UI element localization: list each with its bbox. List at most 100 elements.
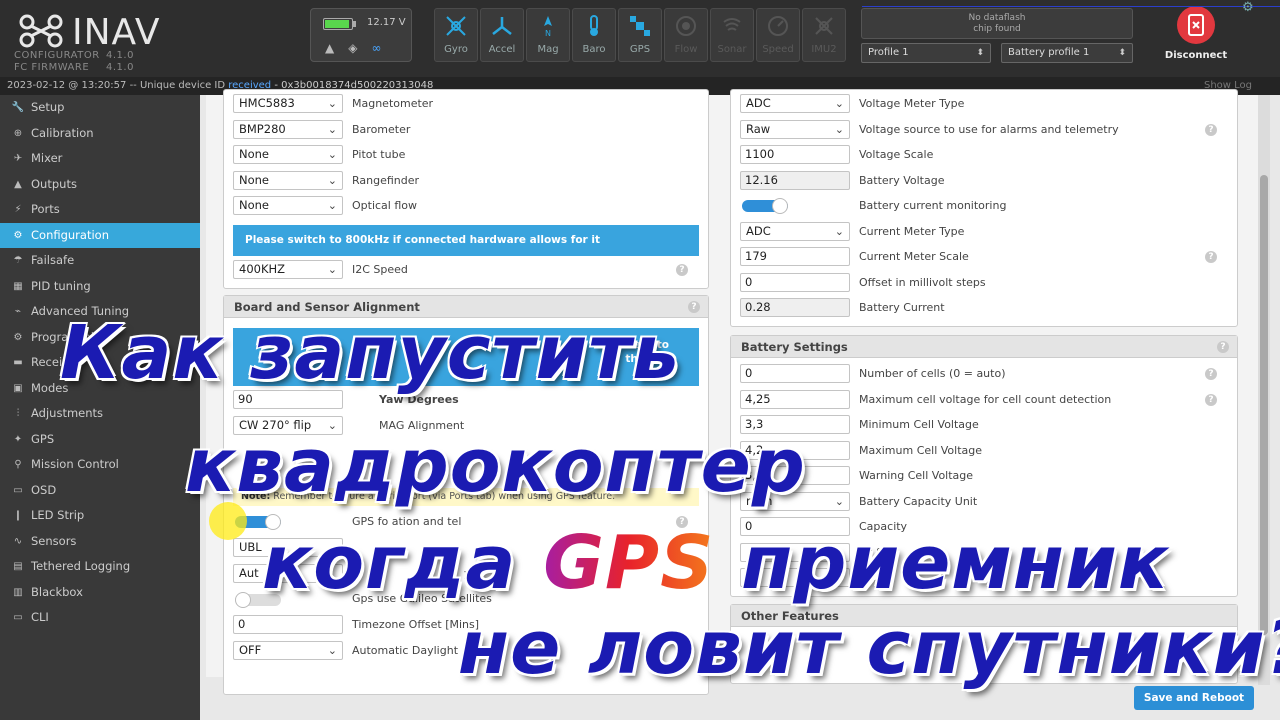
help-icon[interactable]: ? bbox=[1205, 393, 1217, 406]
sidebar-item-failsafe[interactable]: ☂ Failsafe bbox=[0, 248, 200, 274]
pitot-tube-select[interactable]: None ⌄ bbox=[233, 145, 343, 164]
optical-flow-select[interactable]: None ⌄ bbox=[233, 196, 343, 215]
profile-select[interactable]: Profile 1 ⬍ bbox=[861, 43, 991, 63]
sidebar-item-ports[interactable]: ⚡ Ports bbox=[0, 197, 200, 223]
voltage-source-to-use-for-alarms-and-telemetry-select[interactable]: Raw ⌄ bbox=[740, 119, 850, 139]
sidebar-item-programming[interactable]: ⚙ Programming bbox=[0, 325, 200, 351]
sidebar-item-pid-tuning[interactable]: ▦ PID tuning bbox=[0, 274, 200, 300]
galileo-label: Gps use Galileo Satellites bbox=[352, 592, 492, 605]
sidebar-item-gps[interactable]: ✦ GPS bbox=[0, 427, 200, 453]
timezone-offset-input[interactable]: 0 bbox=[233, 615, 343, 634]
sidebar-item-advanced-tuning[interactable]: ⌁ Advanced Tuning bbox=[0, 299, 200, 325]
board-alignment-title: Board and Sensor Alignment? bbox=[224, 296, 708, 318]
sensor-label: GPS bbox=[629, 44, 651, 55]
barometer-label: Barometer bbox=[352, 122, 411, 136]
battery-capacity-unit-select[interactable]: mAh ⌄ bbox=[740, 491, 850, 511]
maximum-cell-voltage-input[interactable]: 4,2 bbox=[740, 440, 850, 460]
sidebar-item-configuration[interactable]: ⚙ Configuration bbox=[0, 222, 200, 248]
minimum-cell-voltage-input[interactable]: 3,3 bbox=[740, 415, 850, 434]
magnetometer-select[interactable]: HMC5883 ⌄ bbox=[233, 94, 343, 113]
sidebar-item-mixer[interactable]: ✈ Mixer bbox=[0, 146, 200, 172]
sidebar-item-label: Programming bbox=[31, 329, 109, 344]
i2c-speed-select[interactable]: 400KHZ ⌄ bbox=[233, 260, 343, 279]
i2c-speed-label: I2C Speed bbox=[352, 263, 408, 276]
sidebar-item-receiver[interactable]: ▬ Receiver bbox=[0, 350, 200, 376]
sidebar-item-cli[interactable]: ▭ CLI bbox=[0, 605, 200, 631]
sensor-label: Gyro bbox=[444, 44, 468, 55]
help-icon[interactable]: ? bbox=[1205, 123, 1217, 136]
save-and-reboot-button[interactable]: Save and Reboot bbox=[1134, 686, 1254, 710]
maximum-cell-voltage-for-cell-count-detection-input[interactable]: 4,25 bbox=[740, 389, 850, 409]
sensors-icon: ∿ bbox=[13, 535, 23, 547]
gps-auto-select[interactable]: Aut bbox=[233, 564, 343, 583]
sidebar-item-tethered-logging[interactable]: ▤ Tethered Logging bbox=[0, 554, 200, 580]
voltage-scale-input[interactable]: 1100 bbox=[740, 145, 850, 164]
sidebar-item-label: Sensors bbox=[31, 533, 77, 548]
current-meter-scale-input[interactable]: 179 bbox=[740, 247, 850, 266]
disconnect-button[interactable]: Disconnect bbox=[1160, 4, 1232, 66]
help-icon[interactable]: ? bbox=[1217, 341, 1229, 353]
calibration-icon: ⊕ bbox=[13, 127, 23, 139]
offset-in-millivolt-steps-input[interactable]: 0 bbox=[740, 272, 850, 292]
battery-current-monitoring-toggle[interactable] bbox=[742, 198, 788, 214]
sidebar-item-mission-control[interactable]: ⚲ Mission Control bbox=[0, 452, 200, 478]
warning-cell-voltage-input[interactable]: 3,5 bbox=[740, 466, 850, 485]
capacity-input[interactable]: 0 bbox=[740, 517, 850, 536]
sidebar-item-label: Ports bbox=[31, 202, 60, 216]
rangefinder-select[interactable]: None ⌄ bbox=[233, 170, 343, 190]
settings-gear-icon[interactable]: ⚙ bbox=[1242, 0, 1254, 15]
speed-icon bbox=[768, 16, 788, 36]
sidebar-item-blackbox[interactable]: ▥ Blackbox bbox=[0, 580, 200, 606]
gps-protocol-select[interactable]: UBL bbox=[233, 538, 343, 557]
sidebar-item-modes[interactable]: ▣ Modes bbox=[0, 376, 200, 402]
sidebar-item-osd[interactable]: ▭ OSD bbox=[0, 478, 200, 504]
t-input[interactable] bbox=[740, 568, 850, 587]
status-timestamp: 2023-02-12 @ 13:20:57 -- Unique device I… bbox=[7, 80, 229, 91]
barometer-select[interactable]: BMP280 ⌄ bbox=[233, 119, 343, 139]
accel-icon bbox=[492, 17, 512, 35]
wifi-icon: ◈ bbox=[348, 41, 358, 55]
sensor-gps: GPS bbox=[618, 8, 662, 62]
daylight-select[interactable]: OFF ⌄ bbox=[233, 641, 343, 660]
sensors-panel: HMC5883 ⌄ Magnetometer BMP280 ⌄ Barometer None… bbox=[223, 89, 709, 289]
sensor-label: IMU2 bbox=[811, 44, 837, 55]
galileo-toggle[interactable] bbox=[235, 592, 281, 608]
disconnect-label: Disconnect bbox=[1164, 50, 1228, 61]
help-icon[interactable]: ? bbox=[688, 301, 700, 313]
sidebar-item-label: Receiver bbox=[31, 355, 81, 369]
sensor-label: Flow bbox=[674, 44, 698, 55]
sidebar-item-label: Advanced Tuning bbox=[31, 304, 130, 318]
t-label: t %) bbox=[859, 571, 882, 584]
yaw-degrees-input[interactable]: 90 bbox=[233, 390, 343, 409]
help-icon[interactable]: ? bbox=[676, 264, 688, 276]
scrollbar[interactable] bbox=[1258, 95, 1270, 685]
voltage-meter-type-select[interactable]: ADC ⌄ bbox=[740, 94, 850, 113]
other-features-panel: Other Features bbox=[730, 604, 1238, 684]
battery-current-label: Battery Current bbox=[859, 301, 945, 314]
sidebar-item-calibration[interactable]: ⊕ Calibration bbox=[0, 121, 200, 147]
maximum-cell-voltage-label: Maximum Cell Voltage bbox=[859, 443, 983, 457]
configuration-content: HMC5883 ⌄ Magnetometer BMP280 ⌄ Barometer None… bbox=[200, 89, 1280, 720]
sidebar-item-sensors[interactable]: ∿ Sensors bbox=[0, 529, 200, 555]
help-icon[interactable]: ? bbox=[676, 516, 688, 528]
help-icon[interactable]: ? bbox=[1205, 251, 1217, 263]
battery-profile-select[interactable]: Battery profile 1 ⬍ bbox=[1001, 43, 1133, 63]
sensor-gyro: Gyro bbox=[434, 8, 478, 62]
number-of-cells-0-auto-input[interactable]: 0 bbox=[740, 364, 850, 383]
ng-input[interactable] bbox=[740, 542, 850, 562]
mag-alignment-label: MAG Alignment bbox=[379, 419, 465, 432]
battery-settings-title: Battery Settings? bbox=[731, 336, 1237, 358]
sidebar-item-setup[interactable]: 🔧 Setup bbox=[0, 95, 200, 121]
sidebar-item-adjustments[interactable]: ⫶ Adjustments bbox=[0, 401, 200, 427]
content-area: HMC5883 ⌄ Magnetometer BMP280 ⌄ Barometer None… bbox=[206, 89, 1258, 695]
sidebar-item-label: LED Strip bbox=[31, 508, 85, 522]
help-icon[interactable]: ? bbox=[1205, 368, 1217, 380]
updown-icon: ⬍ bbox=[1118, 48, 1126, 58]
scroll-thumb[interactable] bbox=[1260, 175, 1268, 635]
maximum-cell-voltage-for-cell-count-detection-label: Maximum cell voltage for cell count dete… bbox=[859, 392, 1112, 406]
mag-alignment-select[interactable]: CW 270° flip ⌄ bbox=[233, 416, 343, 435]
current-meter-type-select[interactable]: ADC ⌄ bbox=[740, 221, 850, 241]
sidebar-item-led-strip[interactable]: ❙ LED Strip bbox=[0, 503, 200, 529]
logo-text: INAV bbox=[72, 12, 161, 53]
sidebar-item-outputs[interactable]: ▲ Outputs bbox=[0, 172, 200, 198]
